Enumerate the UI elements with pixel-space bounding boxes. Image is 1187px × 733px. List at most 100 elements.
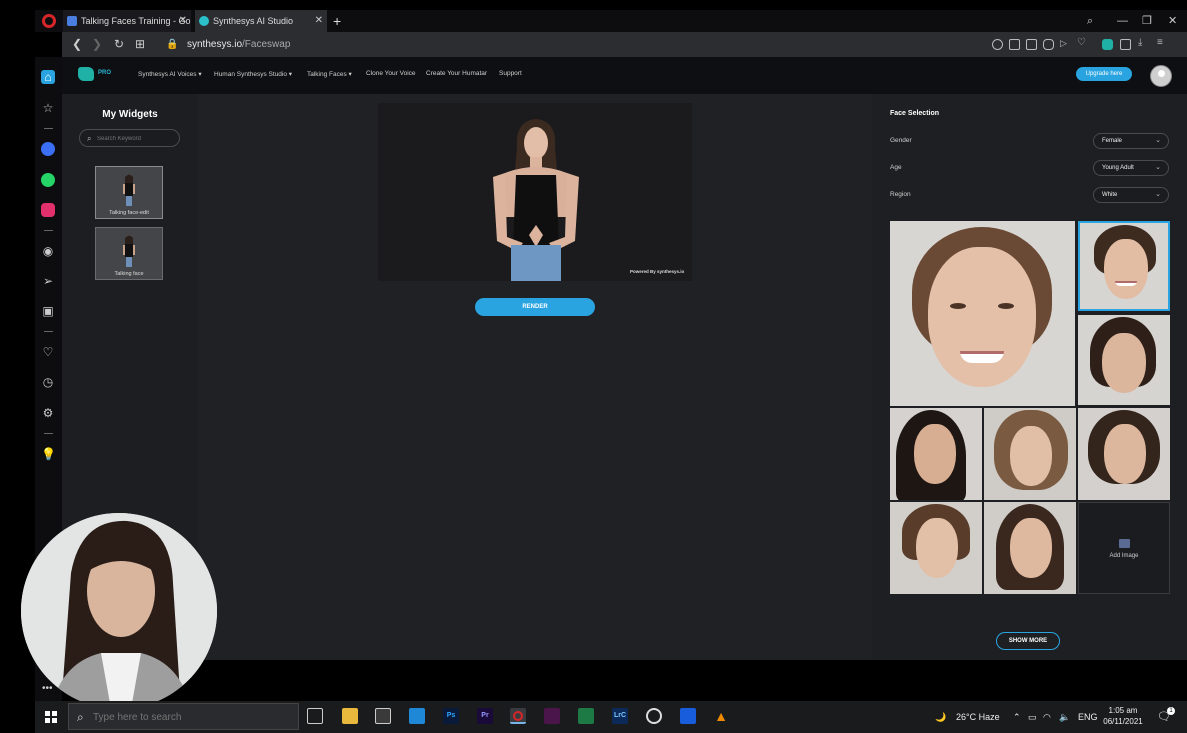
nav-clone-your-voice[interactable]: Clone Your Voice bbox=[366, 70, 416, 77]
face-option[interactable] bbox=[1078, 408, 1170, 500]
slack-icon[interactable] bbox=[544, 708, 560, 724]
settings-gear-icon[interactable]: ⚙ bbox=[41, 406, 55, 420]
nav-human-synthesys-studio[interactable]: Human Synthesys Studio ▾ bbox=[214, 70, 292, 78]
widget-search[interactable]: ⌕ bbox=[79, 129, 180, 147]
face-option-large[interactable] bbox=[890, 221, 1075, 406]
tab-synthesys-ai-studio[interactable]: Synthesys AI Studio ✕ bbox=[195, 10, 327, 32]
minimize-window-icon[interactable]: — bbox=[1117, 10, 1128, 32]
tab-talking-faces-training[interactable]: Talking Faces Training - Go ✕ bbox=[63, 10, 191, 32]
wifi-icon[interactable]: ◠ bbox=[1043, 701, 1051, 733]
edit-icon[interactable] bbox=[1009, 39, 1020, 50]
heart-icon[interactable]: ♡ bbox=[1077, 37, 1088, 48]
face-option[interactable] bbox=[890, 408, 982, 500]
store-icon[interactable] bbox=[375, 708, 391, 724]
restore-window-icon[interactable]: ❐ bbox=[1142, 10, 1152, 32]
new-tab-button[interactable]: + bbox=[333, 10, 341, 32]
history-icon[interactable]: ◷ bbox=[41, 375, 55, 389]
synthesys-favicon-icon bbox=[199, 16, 209, 26]
mail-icon[interactable] bbox=[409, 708, 425, 724]
shield-icon[interactable] bbox=[1043, 39, 1054, 50]
taskbar-search[interactable]: ⌕ bbox=[68, 703, 299, 730]
nav-synthesys-ai-voices[interactable]: Synthesys AI Voices ▾ bbox=[138, 70, 202, 78]
tab-search-icon[interactable]: ⌕ bbox=[1087, 10, 1093, 32]
woman-thumbnail-icon bbox=[123, 174, 135, 206]
tab-close-icon[interactable]: ✕ bbox=[315, 10, 323, 32]
nav-support[interactable]: Support bbox=[499, 70, 522, 77]
download-icon[interactable]: ⤓ bbox=[1138, 37, 1149, 48]
face-option[interactable] bbox=[1078, 315, 1170, 405]
region-select[interactable]: White ⌄ bbox=[1093, 187, 1169, 203]
photoshop-icon[interactable]: Ps bbox=[443, 708, 459, 724]
face-selection-title: Face Selection bbox=[890, 110, 940, 117]
taskbar-clock[interactable]: 1:05 am 06/11/2021 bbox=[1098, 705, 1148, 727]
url-field[interactable]: synthesys.io/Faceswap bbox=[187, 32, 290, 57]
back-icon[interactable]: ❮ bbox=[72, 32, 82, 57]
search-icon[interactable] bbox=[992, 39, 1003, 50]
opera-logo-icon[interactable] bbox=[42, 14, 56, 28]
face-option[interactable] bbox=[984, 408, 1076, 500]
reload-icon[interactable]: ↻ bbox=[114, 32, 124, 57]
weather-icon[interactable]: 🌙 bbox=[935, 701, 946, 733]
player-icon[interactable]: ◉ bbox=[41, 244, 55, 258]
add-image-button[interactable]: Add Image bbox=[1078, 502, 1170, 594]
synthesys-logo-icon[interactable] bbox=[78, 67, 94, 81]
gender-select[interactable]: Female ⌄ bbox=[1093, 133, 1169, 149]
render-button[interactable]: RENDER bbox=[475, 298, 595, 316]
weather-readout[interactable]: 26°C Haze bbox=[956, 701, 1000, 733]
messenger-icon[interactable] bbox=[41, 142, 55, 156]
camera-icon[interactable] bbox=[1026, 39, 1037, 50]
nav-talking-faces[interactable]: Talking Faces ▾ bbox=[307, 70, 352, 78]
lightroom-icon[interactable]: LrC bbox=[612, 708, 628, 724]
tab-label: Synthesys AI Studio bbox=[213, 16, 294, 26]
widget-search-input[interactable] bbox=[97, 133, 177, 144]
windows-start-icon[interactable] bbox=[45, 711, 57, 723]
cube-icon[interactable] bbox=[1120, 39, 1131, 50]
opera-taskbar-icon[interactable] bbox=[510, 708, 526, 724]
sidebar-more-icon[interactable]: ••• bbox=[42, 683, 53, 694]
chevron-down-icon: ⌄ bbox=[1155, 137, 1161, 144]
tab-close-icon[interactable]: ✕ bbox=[179, 10, 187, 32]
widget-item[interactable]: Talking face-edit bbox=[95, 166, 163, 219]
whatsapp-icon[interactable] bbox=[41, 173, 55, 187]
taskbar-search-input[interactable] bbox=[93, 709, 293, 725]
upgrade-button[interactable]: Upgrade here bbox=[1076, 67, 1132, 81]
language-indicator[interactable]: ENG bbox=[1078, 701, 1098, 733]
face-option[interactable] bbox=[890, 502, 982, 594]
file-explorer-icon[interactable] bbox=[342, 708, 358, 724]
talking-avatar-image bbox=[493, 119, 579, 281]
tray-overflow-icon[interactable]: ⌃ bbox=[1013, 701, 1021, 733]
face-option-selected[interactable] bbox=[1078, 221, 1170, 311]
lock-icon[interactable]: 🔒 bbox=[166, 32, 178, 57]
play-icon[interactable]: ▷ bbox=[1060, 38, 1071, 49]
age-label: Age bbox=[890, 164, 902, 171]
star-icon[interactable]: ☆ bbox=[41, 101, 55, 115]
volume-icon[interactable]: 🔈 bbox=[1059, 701, 1070, 733]
home-icon[interactable]: ⌂ bbox=[41, 70, 55, 84]
user-avatar[interactable] bbox=[1150, 65, 1172, 87]
face-option[interactable] bbox=[984, 502, 1076, 594]
heart-icon[interactable]: ♡ bbox=[41, 345, 55, 359]
tabs-grid-icon[interactable]: ⊞ bbox=[135, 32, 145, 57]
menu-icon[interactable]: ≡ bbox=[1157, 37, 1168, 48]
premiere-icon[interactable]: Pr bbox=[477, 708, 493, 724]
excel-icon[interactable] bbox=[578, 708, 594, 724]
notifications-icon[interactable]: 🗨 bbox=[1157, 701, 1171, 733]
task-view-icon[interactable] bbox=[307, 708, 323, 724]
nav-create-your-humatar[interactable]: Create Your Humatar bbox=[426, 70, 487, 77]
video-preview[interactable]: Powered By synthesys.io bbox=[378, 103, 692, 281]
widget-item[interactable]: Talking face bbox=[95, 227, 163, 280]
wallet-icon[interactable]: ▣ bbox=[41, 304, 55, 318]
instagram-icon[interactable] bbox=[41, 203, 55, 217]
close-window-icon[interactable]: ✕ bbox=[1168, 10, 1177, 32]
age-select[interactable]: Young Adult ⌄ bbox=[1093, 160, 1169, 176]
forward-icon[interactable]: ❯ bbox=[92, 32, 102, 57]
network-icon[interactable]: ▭ bbox=[1028, 701, 1037, 733]
vlc-icon[interactable]: ▲ bbox=[713, 708, 729, 724]
obs-icon[interactable] bbox=[646, 708, 662, 724]
gender-value: Female bbox=[1102, 138, 1123, 144]
send-icon[interactable]: ➢ bbox=[41, 274, 55, 288]
show-more-button[interactable]: SHOW MORE bbox=[996, 632, 1060, 650]
lightbulb-icon[interactable]: 💡 bbox=[41, 447, 56, 461]
bitwarden-icon[interactable] bbox=[680, 708, 696, 724]
extension-badge-icon[interactable] bbox=[1102, 39, 1113, 50]
